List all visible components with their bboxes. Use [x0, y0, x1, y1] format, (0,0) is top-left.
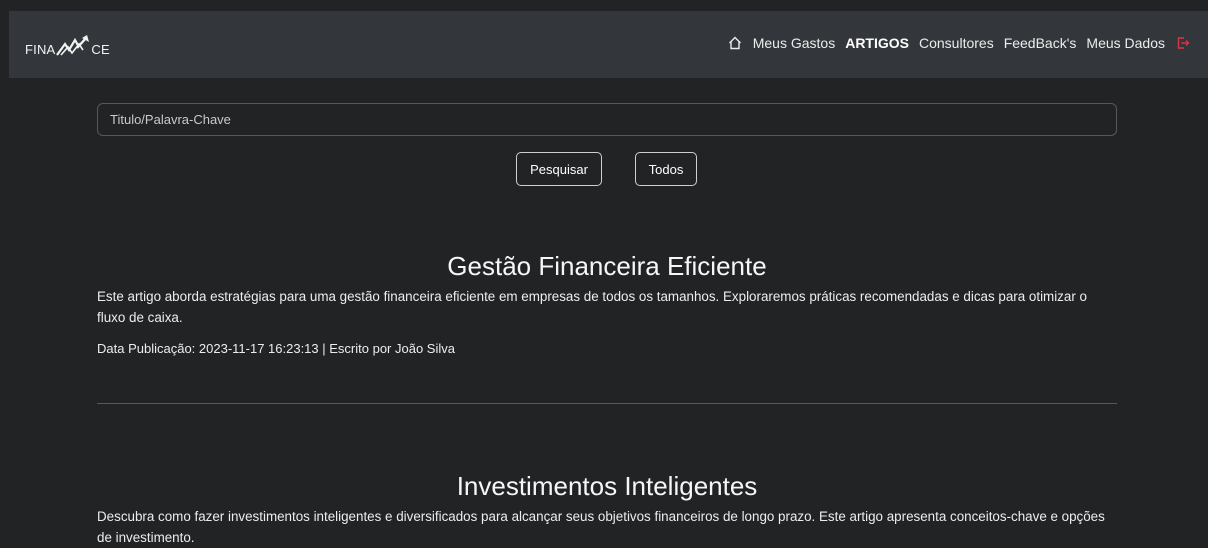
home-icon[interactable] [722, 36, 748, 50]
article-description: Este artigo aborda estratégias para uma … [97, 289, 1087, 325]
brand-text-right: CE [91, 42, 110, 57]
top-navbar: FINA CE Meus Gastos ARTIGOS Consultores … [9, 11, 1208, 78]
brand-logo[interactable]: FINA CE [25, 33, 110, 57]
search-input[interactable] [97, 103, 1117, 136]
brand-text-left: FINA [25, 42, 56, 57]
nav-item-meus-gastos[interactable]: Meus Gastos [748, 33, 840, 53]
nav-item-artigos[interactable]: ARTIGOS [840, 33, 914, 53]
article-title[interactable]: Gestão Financeira Eficiente [97, 250, 1117, 282]
nav-item-meus-dados[interactable]: Meus Dados [1081, 33, 1170, 53]
nav-links: Meus Gastos ARTIGOS Consultores FeedBack… [722, 33, 1196, 53]
article-divider [97, 403, 1117, 404]
article-card: Gestão Financeira Eficiente Este artigo … [97, 250, 1117, 358]
nav-item-consultores[interactable]: Consultores [914, 33, 999, 53]
nav-item-feedbacks[interactable]: FeedBack's [999, 33, 1082, 53]
search-button[interactable]: Pesquisar [516, 152, 602, 186]
logout-icon[interactable] [1170, 36, 1196, 50]
search-bar [97, 103, 1117, 136]
article-title[interactable]: Investimentos Inteligentes [97, 470, 1117, 502]
chart-arrow-up-icon [56, 35, 90, 56]
article-meta: Data Publicação: 2023-11-17 16:23:13 | E… [97, 341, 455, 356]
article-card: Investimentos Inteligentes Descubra como… [97, 470, 1117, 548]
all-button[interactable]: Todos [635, 152, 697, 186]
